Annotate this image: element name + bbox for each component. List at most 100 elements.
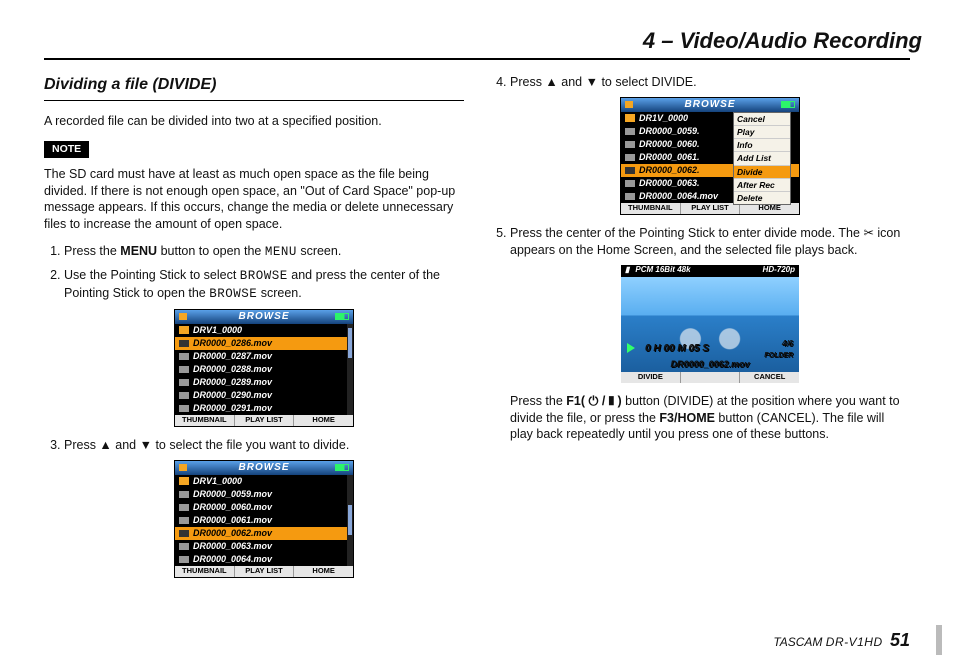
playback-screen: ▮ PCM 16Bit 48k HD-720p 0 H 00 M 05 S 4/…	[621, 265, 799, 383]
battery-icon	[335, 313, 349, 320]
step-5-text-a: Press the center of the Pointing Stick t…	[510, 226, 863, 240]
track-number: 4/6	[782, 339, 793, 348]
step-2: Use the Pointing Stick to select BROWSE …	[64, 267, 464, 427]
file-name: DR0000_0059.	[639, 125, 700, 137]
header-rule	[44, 58, 910, 60]
file-row: DR0000_0286.mov	[175, 337, 353, 350]
ctx-info: Info	[734, 139, 790, 152]
softkey-bar: THUMBNAIL PLAY LIST HOME	[175, 566, 353, 577]
video-file-icon	[179, 379, 189, 386]
video-file-icon	[179, 340, 189, 347]
step-2-lcd1: BROWSE	[240, 269, 288, 283]
video-file-icon	[179, 530, 189, 537]
preview-format: PCM 16Bit 48k	[635, 265, 690, 276]
scrollbar	[347, 475, 353, 566]
step-5-sub: Press the F1( ⏻ / ❚ ) button (DIVIDE) at…	[510, 393, 910, 444]
folder-name: DRV1_0000	[193, 475, 242, 487]
softkey-thumbnail: THUMBNAIL	[175, 566, 235, 577]
step-2-lcd2: BROWSE	[209, 287, 257, 301]
scrollbar	[347, 324, 353, 415]
ctx-play: Play	[734, 126, 790, 139]
scrollbar-thumb	[348, 505, 352, 535]
file-row: DR0000_0291.mov	[175, 402, 353, 415]
video-file-icon	[179, 491, 189, 498]
browse-title: BROWSE	[239, 461, 290, 475]
folder-name: DR1V_0000	[639, 112, 688, 124]
file-name: DR0000_0059.mov	[193, 488, 272, 500]
file-row: DR0000_0064.mov	[175, 553, 353, 566]
file-row: DR0000_0061.mov	[175, 514, 353, 527]
sdcard-icon	[179, 313, 187, 320]
video-file-icon	[179, 392, 189, 399]
intro-text: A recorded file can be divided into two …	[44, 113, 464, 130]
battery-icon	[781, 101, 795, 108]
content-columns: Dividing a file (DIVIDE) A recorded file…	[44, 74, 910, 611]
browse-title: BROWSE	[239, 310, 290, 324]
browse-title-bar: BROWSE	[175, 310, 353, 324]
file-name: DR0000_0062.mov	[193, 527, 272, 539]
video-file-icon	[179, 504, 189, 511]
steps-list-right: Press ▲ and ▼ to select DIVIDE. BROWSE D…	[490, 74, 910, 443]
chapter-title: 4 – Video/Audio Recording	[643, 28, 922, 54]
video-file-icon	[179, 353, 189, 360]
softkey-playlist: PLAY LIST	[235, 415, 295, 426]
video-file-icon	[625, 128, 635, 135]
footer-page-number: 51	[890, 630, 910, 650]
step-2-text3: screen.	[257, 286, 301, 300]
folder-icon	[179, 477, 189, 485]
video-file-icon	[179, 366, 189, 373]
sdcard-icon	[625, 101, 633, 108]
softkey-divide: DIVIDE	[621, 372, 681, 383]
note-label: NOTE	[44, 141, 89, 157]
file-name: DR0000_0287.mov	[193, 350, 272, 362]
browse-screen-2: BROWSE DRV1_0000 DR0000_0059.mov DR0000_…	[174, 460, 354, 578]
file-name: DR0000_0063.mov	[193, 540, 272, 552]
file-row: DR0000_0290.mov	[175, 389, 353, 402]
video-file-icon	[625, 193, 635, 200]
step-5-sub-a: Press the	[510, 394, 566, 408]
file-name: DR0000_0060.	[639, 138, 700, 150]
step-1-lcd: MENU	[265, 245, 297, 259]
timecode: 0 H 00 M 05 S	[645, 342, 709, 356]
file-name: DR0000_0061.	[639, 151, 700, 163]
file-row: DR0000_0063.mov	[175, 540, 353, 553]
folder-name: DRV1_0000	[193, 324, 242, 336]
screen-2-wrap: BROWSE DRV1_0000 DR0000_0059.mov DR0000_…	[64, 460, 464, 578]
side-tab	[936, 625, 942, 655]
folder-icon	[179, 326, 189, 334]
softkey-blank	[681, 372, 741, 383]
file-name: DR0000_0064.mov	[193, 553, 272, 565]
file-name: DR0000_0060.mov	[193, 501, 272, 513]
ctx-cancel: Cancel	[734, 113, 790, 126]
video-file-icon	[625, 154, 635, 161]
section-heading: Dividing a file (DIVIDE)	[44, 74, 464, 101]
browse-title-bar: BROWSE	[621, 98, 799, 112]
file-name: DR0000_0063.	[639, 177, 700, 189]
preview-topbar: ▮ PCM 16Bit 48k HD-720p	[621, 265, 799, 277]
right-column: Press ▲ and ▼ to select DIVIDE. BROWSE D…	[490, 74, 910, 611]
battery-icon	[335, 464, 349, 471]
ctx-afterrec: After Rec	[734, 179, 790, 192]
file-row: DR0000_0287.mov	[175, 350, 353, 363]
browse-screen-1: BROWSE DRV1_0000 DR0000_0286.mov DR0000_…	[174, 309, 354, 427]
browse-title-bar: BROWSE	[175, 461, 353, 475]
screen-3-wrap: BROWSE DR1V_0000 DR0000_0059. DR0000_006…	[510, 97, 910, 215]
browse-screen-3: BROWSE DR1V_0000 DR0000_0059. DR0000_006…	[620, 97, 800, 215]
softkey-cancel: CANCEL	[740, 372, 799, 383]
screen-1-wrap: BROWSE DRV1_0000 DR0000_0286.mov DR0000_…	[64, 309, 464, 427]
file-name: DR0000_0286.mov	[193, 337, 272, 349]
step-1: Press the MENU button to open the MENU s…	[64, 243, 464, 261]
step-3-text: Press ▲ and ▼ to select the file you wan…	[64, 438, 349, 452]
browse-title: BROWSE	[685, 98, 736, 112]
softkey-home: HOME	[294, 566, 353, 577]
step-4: Press ▲ and ▼ to select DIVIDE. BROWSE D…	[510, 74, 910, 215]
preview-resolution: HD-720p	[763, 265, 795, 276]
file-name: DR0000_0289.mov	[193, 376, 272, 388]
softkey-bar: THUMBNAIL PLAY LIST HOME	[175, 415, 353, 426]
file-row: DR0000_0062.mov	[175, 527, 353, 540]
softkey-playlist: PLAY LIST	[681, 203, 741, 214]
step-5: Press the center of the Pointing Stick t…	[510, 225, 910, 443]
ctx-divide: Divide	[734, 166, 790, 179]
step-2-text: Use the Pointing Stick to select	[64, 268, 240, 282]
file-name: DR0000_0288.mov	[193, 363, 272, 375]
